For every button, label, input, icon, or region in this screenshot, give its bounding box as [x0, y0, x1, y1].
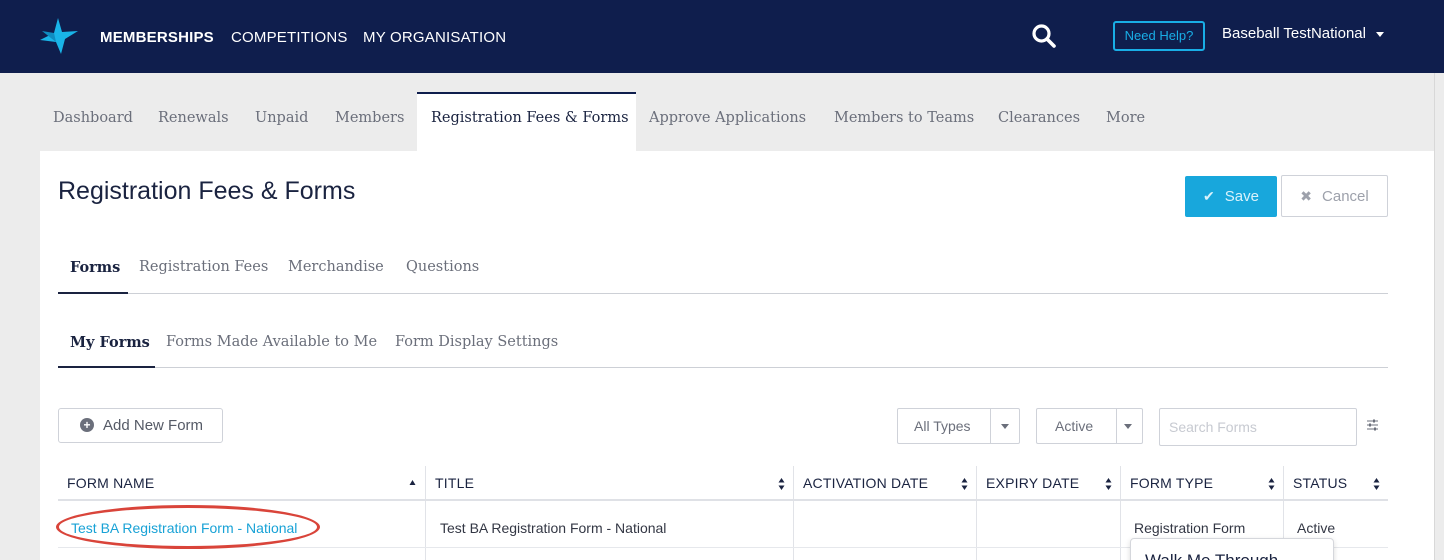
column-divider [1120, 466, 1121, 560]
tab-form-display-settings[interactable]: Form Display Settings [395, 334, 558, 350]
sort-icon[interactable] [1268, 478, 1275, 490]
cancel-button[interactable]: ✖ Cancel [1281, 175, 1388, 217]
tab-unpaid[interactable]: Unpaid [255, 110, 308, 126]
form-type-cell: Registration Form [1134, 520, 1246, 536]
scrollbar-gutter [1434, 73, 1444, 560]
chevron-down-icon [1124, 424, 1132, 429]
user-name: Baseball TestNational [1222, 25, 1366, 42]
add-new-form-label: Add New Form [103, 417, 204, 434]
user-menu[interactable]: Baseball TestNational [1222, 25, 1384, 42]
column-divider [976, 466, 977, 560]
sort-asc-icon[interactable] [409, 478, 416, 490]
form-tab-underline [58, 366, 155, 368]
save-label: Save [1224, 188, 1259, 205]
status-filter-select[interactable]: Active [1036, 408, 1143, 444]
tab-forms-made-available[interactable]: Forms Made Available to Me [166, 334, 377, 350]
subtab-merchandise[interactable]: Merchandise [288, 259, 384, 275]
subtab-forms[interactable]: Forms [70, 259, 120, 276]
sort-icon[interactable] [1373, 478, 1380, 490]
sort-icon[interactable] [778, 478, 785, 490]
tab-renewals[interactable]: Renewals [158, 110, 229, 126]
add-new-form-button[interactable]: + Add New Form [58, 408, 223, 443]
select-separator [990, 409, 991, 443]
logo-icon[interactable] [38, 18, 78, 54]
chevron-down-icon [1001, 424, 1009, 429]
cancel-label: Cancel [1322, 188, 1369, 205]
column-divider [793, 466, 794, 560]
filter-sliders-icon[interactable] [1367, 419, 1378, 431]
status-cell: Active [1297, 520, 1336, 536]
column-header-title[interactable]: TITLE [435, 475, 474, 491]
chevron-down-icon [1375, 31, 1384, 37]
save-button[interactable]: ✔ Save [1185, 176, 1277, 217]
top-navbar: MEMBERSHIPS COMPETITIONS MY ORGANISATION… [0, 0, 1444, 73]
plus-circle-icon: + [80, 418, 94, 432]
tab-members-to-teams[interactable]: Members to Teams [834, 110, 974, 126]
nav-competitions[interactable]: COMPETITIONS [231, 29, 348, 46]
search-icon[interactable] [1031, 23, 1057, 49]
divider [58, 293, 1388, 294]
subtab-questions[interactable]: Questions [406, 259, 479, 275]
search-forms-input[interactable] [1159, 408, 1357, 446]
type-filter-value: All Types [914, 418, 971, 434]
page-title: Registration Fees & Forms [58, 177, 356, 205]
subtab-underline [58, 292, 128, 294]
tab-clearances[interactable]: Clearances [998, 110, 1080, 126]
walkthrough-popover[interactable]: Walk Me Through [1130, 538, 1334, 560]
status-filter-value: Active [1055, 418, 1094, 434]
tab-approve-applications[interactable]: Approve Applications [649, 110, 806, 126]
nav-memberships[interactable]: MEMBERSHIPS [100, 29, 214, 46]
column-header-form-type[interactable]: FORM TYPE [1130, 475, 1213, 491]
column-header-form-name[interactable]: FORM NAME [67, 475, 154, 491]
tab-registration-fees-forms[interactable]: Registration Fees & Forms [431, 110, 629, 126]
tab-more[interactable]: More [1106, 110, 1145, 126]
sort-icon[interactable] [1105, 478, 1112, 490]
tab-my-forms[interactable]: My Forms [70, 334, 150, 351]
column-divider [425, 466, 426, 560]
subtab-registration-fees[interactable]: Registration Fees [139, 259, 268, 275]
table-header-border [58, 499, 1388, 501]
nav-my-organisation[interactable]: MY ORGANISATION [363, 29, 506, 46]
type-filter-select[interactable]: All Types [897, 408, 1020, 444]
highlight-annotation [56, 505, 320, 549]
tab-dashboard[interactable]: Dashboard [53, 110, 133, 126]
column-header-activation-date[interactable]: ACTIVATION DATE [803, 475, 928, 491]
walkthrough-text: Walk Me Through [1145, 551, 1278, 560]
divider [58, 367, 1388, 368]
form-title-cell: Test BA Registration Form - National [440, 520, 667, 536]
select-separator [1116, 409, 1117, 443]
column-header-expiry-date[interactable]: EXPIRY DATE [986, 475, 1079, 491]
sort-icon[interactable] [961, 478, 968, 490]
check-icon: ✔ [1203, 188, 1215, 204]
need-help-button[interactable]: Need Help? [1113, 21, 1205, 51]
tab-members[interactable]: Members [335, 110, 404, 126]
close-icon: ✖ [1300, 188, 1313, 204]
column-header-status[interactable]: STATUS [1293, 475, 1347, 491]
